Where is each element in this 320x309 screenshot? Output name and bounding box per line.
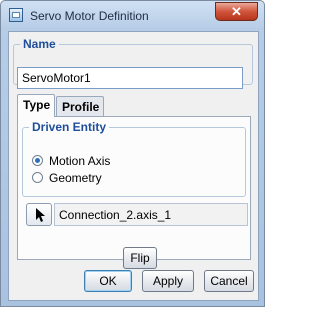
reference-field[interactable]: Connection_2.axis_1 [54, 203, 248, 226]
tab-profile[interactable]: Profile [56, 96, 104, 117]
window-title: Servo Motor Definition [30, 9, 149, 23]
radio-selected-icon [32, 155, 43, 166]
arrow-pointer-icon [36, 208, 45, 222]
dialog-window: Servo Motor Definition ✕ Name ServoMotor… [0, 0, 265, 307]
ok-button[interactable]: OK [84, 270, 132, 292]
close-icon: ✕ [231, 4, 242, 19]
apply-button[interactable]: Apply [142, 270, 194, 292]
motion-axis-label: Motion Axis [49, 154, 111, 168]
geometry-label: Geometry [49, 171, 102, 185]
flip-button[interactable]: Flip [123, 247, 157, 269]
name-input[interactable]: ServoMotor1 [17, 67, 243, 89]
dialog-body: Name ServoMotor1 Type Profile Driven Ent… [8, 31, 259, 301]
name-group: Name ServoMotor1 [13, 37, 253, 89]
select-reference-button[interactable] [26, 203, 52, 226]
name-legend: Name [23, 37, 56, 51]
app-icon [9, 8, 23, 22]
close-button[interactable]: ✕ [215, 2, 258, 21]
driven-entity-group: Driven Entity Motion Axis Geometry [22, 120, 246, 197]
radio-unselected-icon [32, 172, 43, 183]
cancel-button[interactable]: Cancel [204, 270, 254, 292]
driven-entity-legend: Driven Entity [32, 120, 107, 134]
type-tab-panel: Driven Entity Motion Axis Geometry Conne… [17, 116, 251, 269]
title-bar[interactable]: Servo Motor Definition ✕ [1, 1, 264, 31]
tab-type[interactable]: Type [17, 94, 55, 117]
